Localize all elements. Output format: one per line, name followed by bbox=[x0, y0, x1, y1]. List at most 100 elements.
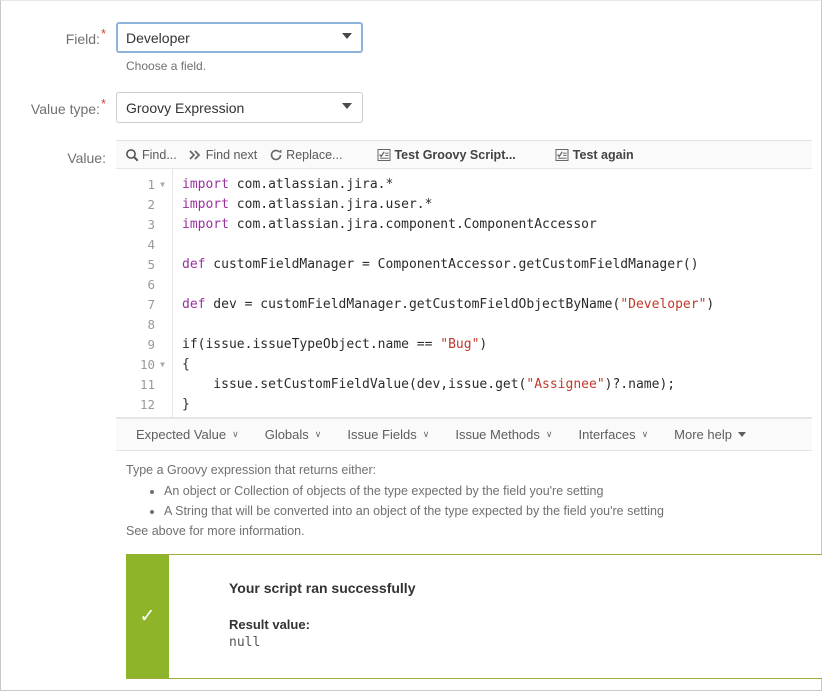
line-number-text: 10 bbox=[139, 357, 155, 372]
field-label: Field:* bbox=[1, 22, 116, 48]
code-line: import com.atlassian.jira.component.Comp… bbox=[182, 215, 812, 235]
page-root: Field:* Developer Choose a field. Value … bbox=[0, 0, 822, 691]
field-row: Field:* Developer bbox=[1, 22, 821, 53]
line-number-text: 12 bbox=[139, 397, 155, 412]
help-tab-label: Issue Fields bbox=[347, 427, 417, 442]
line-number-text: 4 bbox=[147, 237, 155, 252]
line-number: 7▼ bbox=[116, 295, 172, 315]
value-type-label: Value type:* bbox=[1, 92, 116, 118]
line-number-text: 6 bbox=[147, 277, 155, 292]
value-label: Value: bbox=[67, 150, 106, 166]
description-bullets: An object or Collection of objects of th… bbox=[126, 482, 821, 521]
chevron-down-icon: ∨ bbox=[314, 429, 322, 439]
code-text: } bbox=[182, 397, 190, 412]
code-line: issue.setCustomFieldValue(dev,issue.get(… bbox=[182, 375, 812, 395]
toolbar-button-test-again[interactable]: Test again bbox=[551, 144, 641, 166]
code-text: ) bbox=[706, 297, 715, 312]
code-line: { bbox=[182, 355, 812, 375]
groovy-editor: Find... Find next Replace... Test Groovy Sc… bbox=[116, 140, 812, 418]
code-line: def dev = customFieldManager.getCustomFi… bbox=[182, 295, 812, 315]
line-number: 3▼ bbox=[116, 215, 172, 235]
find-next-icon bbox=[188, 147, 203, 162]
replace-icon bbox=[268, 147, 283, 162]
help-tab-label: Globals bbox=[264, 427, 309, 442]
code-string: "Assignee" bbox=[526, 377, 605, 392]
code-keyword: import bbox=[182, 197, 229, 212]
test-script-icon bbox=[555, 147, 570, 162]
help-tab-more-help[interactable]: More help bbox=[661, 427, 759, 442]
help-tab-issue-methods[interactable]: Issue Methods ∨ bbox=[442, 427, 565, 442]
description-bullet: An object or Collection of objects of th… bbox=[164, 482, 821, 501]
code-text: issue.setCustomFieldValue(dev,issue.get( bbox=[182, 377, 527, 392]
help-tab-interfaces[interactable]: Interfaces ∨ bbox=[565, 427, 661, 442]
value-type-row: Value type:* Groovy Expression bbox=[1, 92, 821, 123]
result-status-bar: ✓ bbox=[126, 555, 169, 678]
code-line: import com.atlassian.jira.user.* bbox=[182, 195, 812, 215]
result-title: Your script ran successfully bbox=[229, 580, 416, 596]
chevron-down-icon: ∨ bbox=[545, 429, 553, 439]
result-body: Your script ran successfully Result valu… bbox=[169, 555, 822, 678]
line-number-text: 1 bbox=[147, 177, 155, 192]
line-number: 2▼ bbox=[116, 195, 172, 215]
toolbar-button-label: Test Groovy Script... bbox=[394, 147, 516, 162]
checkmark-icon: ✓ bbox=[139, 606, 156, 627]
fold-arrow-icon[interactable]: ▼ bbox=[157, 175, 168, 195]
required-asterisk: * bbox=[100, 96, 106, 112]
chevron-down-icon: ∨ bbox=[232, 429, 239, 439]
result-value-label: Result value: bbox=[229, 617, 310, 632]
toolbar-button-label: Find... bbox=[142, 147, 177, 162]
toolbar-button-replace[interactable]: Replace... bbox=[264, 144, 349, 166]
line-number-text: 8 bbox=[147, 317, 155, 332]
description-block: Type a Groovy expression that returns ei… bbox=[126, 461, 821, 541]
field-label-text: Field: bbox=[65, 31, 100, 47]
code-string: "Developer" bbox=[620, 297, 707, 312]
result-value: null bbox=[229, 635, 261, 650]
value-row: Value: Find... Find next Replace... Test Gr… bbox=[1, 140, 821, 451]
help-tab-label: Issue Methods bbox=[455, 427, 540, 442]
code-text: com.atlassian.jira.user.* bbox=[228, 197, 433, 212]
fold-arrow-icon[interactable]: ▼ bbox=[157, 355, 168, 375]
result-panel: ✓ Your script ran successfully Result va… bbox=[126, 554, 822, 679]
code-string: "Bug" bbox=[440, 337, 480, 352]
line-number: 8▼ bbox=[116, 315, 172, 335]
toolbar-button-label: Find next bbox=[205, 147, 258, 162]
help-tabs-bar: Expected Value ∨ Globals ∨ Issue Fields ∨ Issu… bbox=[116, 418, 812, 451]
code-area[interactable]: import com.atlassian.jira.* import com.at… bbox=[173, 169, 812, 417]
editor-body[interactable]: 1▼2▼3▼4▼5▼6▼7▼8▼9▼10▼11▼12▼ import com.a… bbox=[116, 169, 812, 417]
code-text: )?.name); bbox=[604, 377, 676, 392]
code-text: { bbox=[182, 357, 190, 372]
line-number: 6▼ bbox=[116, 275, 172, 295]
line-number: 12▼ bbox=[116, 395, 172, 415]
code-line: } bbox=[182, 395, 812, 415]
caret-down-icon bbox=[737, 432, 746, 437]
line-number-gutter: 1▼2▼3▼4▼5▼6▼7▼8▼9▼10▼11▼12▼ bbox=[116, 169, 173, 417]
line-number-text: 9 bbox=[147, 337, 155, 352]
line-number: 1 ▼ bbox=[116, 175, 172, 195]
value-type-select[interactable]: Groovy Expression bbox=[116, 92, 363, 123]
line-number: 11▼ bbox=[116, 375, 172, 395]
toolbar-button-find-next[interactable]: Find next bbox=[184, 144, 264, 166]
help-tab-label: More help bbox=[674, 427, 732, 442]
line-number-text: 7 bbox=[147, 297, 155, 312]
toolbar-button-find[interactable]: Find... bbox=[120, 144, 184, 166]
help-tab-globals[interactable]: Globals ∨ bbox=[252, 427, 335, 442]
value-type-select-wrap: Groovy Expression bbox=[116, 92, 363, 123]
description-outro: See above for more information. bbox=[126, 524, 305, 538]
field-select[interactable]: Developer bbox=[116, 22, 363, 53]
help-tab-expected-value[interactable]: Expected Value ∨ bbox=[123, 427, 252, 442]
test-script-icon bbox=[376, 147, 391, 162]
help-tab-label: Expected Value bbox=[136, 427, 227, 442]
editor-toolbar: Find... Find next Replace... Test Groovy Sc… bbox=[116, 141, 812, 169]
help-tab-issue-fields[interactable]: Issue Fields ∨ bbox=[334, 427, 442, 442]
line-number-text: 2 bbox=[147, 197, 155, 212]
toolbar-button-test-groovy-script[interactable]: Test Groovy Script... bbox=[372, 144, 522, 166]
line-number-text: 11 bbox=[139, 377, 155, 392]
line-number: 5▼ bbox=[116, 255, 172, 275]
code-line: def customFieldManager = ComponentAccess… bbox=[182, 255, 812, 275]
code-keyword: def bbox=[182, 297, 206, 312]
code-keyword: import bbox=[182, 217, 229, 232]
toolbar-button-label: Replace... bbox=[286, 147, 343, 162]
